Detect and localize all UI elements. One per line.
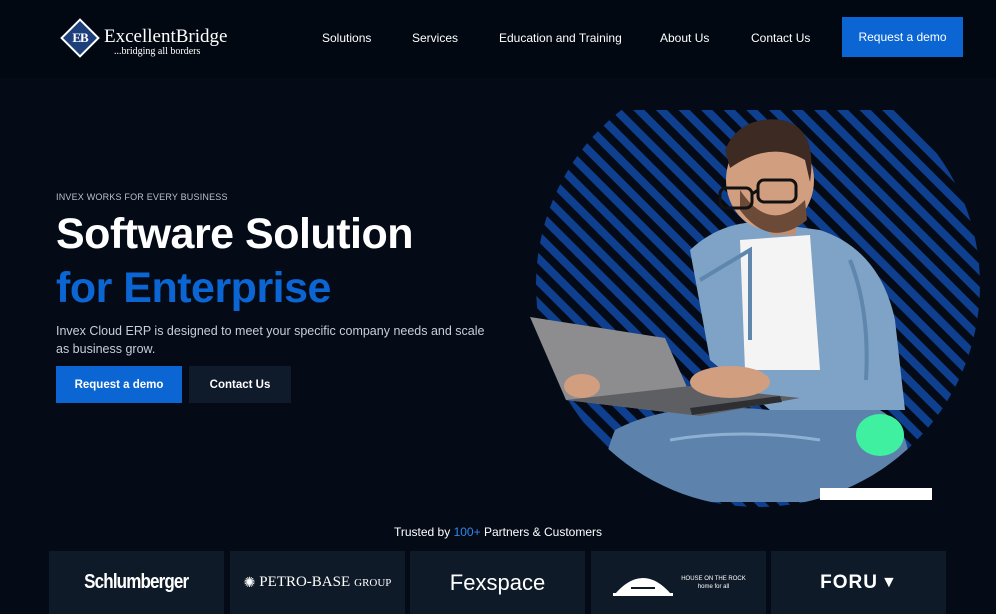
partner-logo-fexspace: Fexspace: [410, 551, 585, 614]
partner-name: FORU: [820, 571, 878, 593]
site-header: EB ExcellentBridge ...bridging all borde…: [0, 0, 996, 78]
partner-logos: Schlumberger ✺ PETRO-BASE GROUP Fexspace…: [49, 551, 946, 614]
logo-tagline: ...bridging all borders: [114, 46, 201, 57]
partner-logo-petro-base: ✺ PETRO-BASE GROUP: [230, 551, 405, 614]
partner-logo-schlumberger: Schlumberger: [49, 551, 224, 614]
partner-logo-house-on-the-rock: HOUSE ON THE ROCK home for all: [591, 551, 766, 614]
nav-education-and-training[interactable]: Education and Training: [499, 31, 622, 45]
nav-solutions[interactable]: Solutions: [322, 31, 371, 45]
hero-description: Invex Cloud ERP is designed to meet your…: [56, 324, 485, 356]
header-request-demo-button[interactable]: Request a demo: [842, 17, 963, 57]
hero-contact-us-button[interactable]: Contact Us: [189, 366, 291, 403]
trusted-by-heading: Trusted by 100+ Partners & Customers: [0, 525, 996, 539]
hero-eyebrow: INVEX WORKS FOR EVERY BUSINESS: [56, 192, 228, 202]
trusted-count: 100+: [453, 525, 481, 539]
trusted-prefix: Trusted by: [393, 525, 451, 539]
person-with-laptop-illustration: [530, 63, 980, 507]
partner-name-suffix: GROUP: [354, 576, 392, 589]
logo-name: ExcellentBridge: [104, 26, 228, 47]
partner-name: PETRO-BASE: [259, 574, 351, 590]
partner-name: Schlumberger: [84, 571, 189, 593]
nav-about-us[interactable]: About Us: [660, 31, 709, 45]
partner-logo-foru: FORU ▼: [771, 551, 946, 614]
logo-mark-letters: EB: [72, 30, 88, 45]
partner-name: HOUSE ON THE ROCK: [681, 575, 746, 582]
nav-contact-us[interactable]: Contact Us: [751, 31, 810, 45]
house-on-the-rock-emblem-icon: [613, 577, 674, 596]
hero-request-demo-button[interactable]: Request a demo: [56, 366, 182, 403]
hero-title-accent: for Enterprise: [56, 264, 331, 312]
foru-emblem-icon: ▼: [880, 573, 897, 591]
hero-title: Software Solution: [56, 210, 414, 258]
house-on-the-rock-text: HOUSE ON THE ROCK home for all: [681, 575, 746, 591]
partner-name: Fexspace: [449, 569, 546, 595]
nav-services[interactable]: Services: [412, 31, 458, 45]
green-accent-shape: [856, 414, 904, 456]
petro-base-emblem-icon: ✺: [243, 574, 256, 590]
hero-image: [520, 63, 996, 510]
trusted-suffix: Partners & Customers: [483, 525, 602, 539]
logo[interactable]: EB ExcellentBridge ...bridging all borde…: [60, 18, 232, 60]
partner-tagline: home for all: [697, 583, 730, 590]
